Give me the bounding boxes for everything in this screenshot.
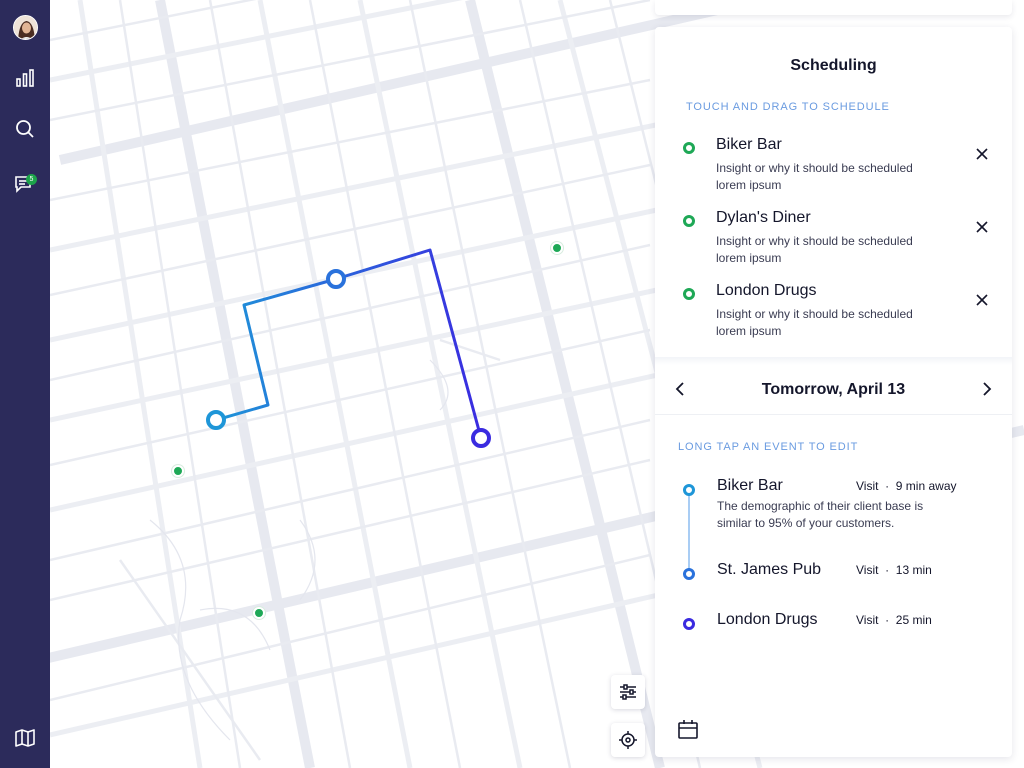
event-item[interactable]: St. James Pub Visit · 13 min bbox=[655, 561, 1012, 611]
event-desc: The demographic of their client base is … bbox=[717, 499, 924, 530]
event-dot-icon bbox=[683, 618, 695, 630]
route-stop-marker[interactable] bbox=[471, 428, 491, 448]
unread-badge: 5 bbox=[26, 174, 37, 185]
events-label: LONG TAP AN EVENT TO EDIT bbox=[678, 441, 859, 453]
suggestion-dot-icon bbox=[683, 142, 695, 154]
locate-button[interactable] bbox=[611, 723, 645, 757]
suggestion-name: Dylan's Diner bbox=[716, 209, 811, 226]
suggestion-pin[interactable] bbox=[551, 242, 563, 254]
suggestion-name: Biker Bar bbox=[716, 136, 782, 153]
sidebar-item-search[interactable] bbox=[0, 111, 50, 147]
map-icon bbox=[15, 729, 35, 747]
route-stop-marker[interactable] bbox=[326, 269, 346, 289]
sliders-icon bbox=[620, 684, 636, 700]
suggestion-pin[interactable] bbox=[253, 607, 265, 619]
chevron-right-icon[interactable] bbox=[977, 379, 997, 399]
crosshair-icon bbox=[619, 731, 637, 749]
date-navigator: Tomorrow, April 13 bbox=[655, 369, 1012, 415]
event-name: Biker Bar bbox=[717, 477, 783, 494]
suggestion-item[interactable]: London Drugs Insight or why it should be… bbox=[655, 278, 1012, 348]
event-meta: Visit · 9 min away bbox=[856, 479, 957, 493]
suggestion-item[interactable]: Biker Bar Insight or why it should be sc… bbox=[655, 132, 1012, 202]
event-name: London Drugs bbox=[717, 611, 818, 628]
calendar-icon[interactable] bbox=[675, 719, 701, 741]
suggestion-item[interactable]: Dylan's Diner Insight or why it should b… bbox=[655, 205, 1012, 275]
event-meta: Visit · 25 min bbox=[856, 613, 932, 627]
sidebar-item-map[interactable] bbox=[0, 720, 50, 756]
sidebar-item-analytics[interactable] bbox=[0, 60, 50, 96]
avatar[interactable] bbox=[13, 15, 38, 40]
suggestions-label: TOUCH AND DRAG TO SCHEDULE bbox=[686, 101, 890, 113]
event-item[interactable]: Biker Bar Visit · 9 min away The demogra… bbox=[655, 477, 1012, 530]
sidebar-item-messages[interactable] bbox=[0, 166, 50, 202]
scheduling-panel: Scheduling TOUCH AND DRAG TO SCHEDULE Bi… bbox=[655, 27, 1012, 757]
filter-button[interactable] bbox=[611, 675, 645, 709]
close-icon[interactable] bbox=[974, 146, 990, 162]
event-name: St. James Pub bbox=[717, 561, 822, 578]
suggestion-name: London Drugs bbox=[716, 282, 817, 299]
selected-date: Tomorrow, April 13 bbox=[761, 381, 906, 398]
route-stop-marker[interactable] bbox=[206, 410, 226, 430]
event-dot-icon bbox=[683, 484, 695, 496]
section-divider bbox=[655, 357, 1012, 365]
event-item[interactable]: London Drugs Visit · 25 min bbox=[655, 611, 1012, 661]
close-icon[interactable] bbox=[974, 292, 990, 308]
search-icon bbox=[16, 120, 34, 138]
event-dot-icon bbox=[683, 568, 695, 580]
suggestion-dot-icon bbox=[683, 215, 695, 227]
event-meta: Visit · 13 min bbox=[856, 563, 932, 577]
panel-title: Scheduling bbox=[790, 57, 877, 74]
panel-header-stub bbox=[655, 0, 1012, 15]
suggestion-pin[interactable] bbox=[172, 465, 184, 477]
sidebar: 5 bbox=[0, 0, 50, 768]
suggestion-desc: Insight or why it should be scheduled lo… bbox=[716, 161, 913, 192]
suggestion-desc: Insight or why it should be scheduled lo… bbox=[716, 307, 913, 338]
suggestion-dot-icon bbox=[683, 288, 695, 300]
suggestion-desc: Insight or why it should be scheduled lo… bbox=[716, 234, 913, 265]
bar-chart-icon bbox=[16, 69, 34, 87]
close-icon[interactable] bbox=[974, 219, 990, 235]
